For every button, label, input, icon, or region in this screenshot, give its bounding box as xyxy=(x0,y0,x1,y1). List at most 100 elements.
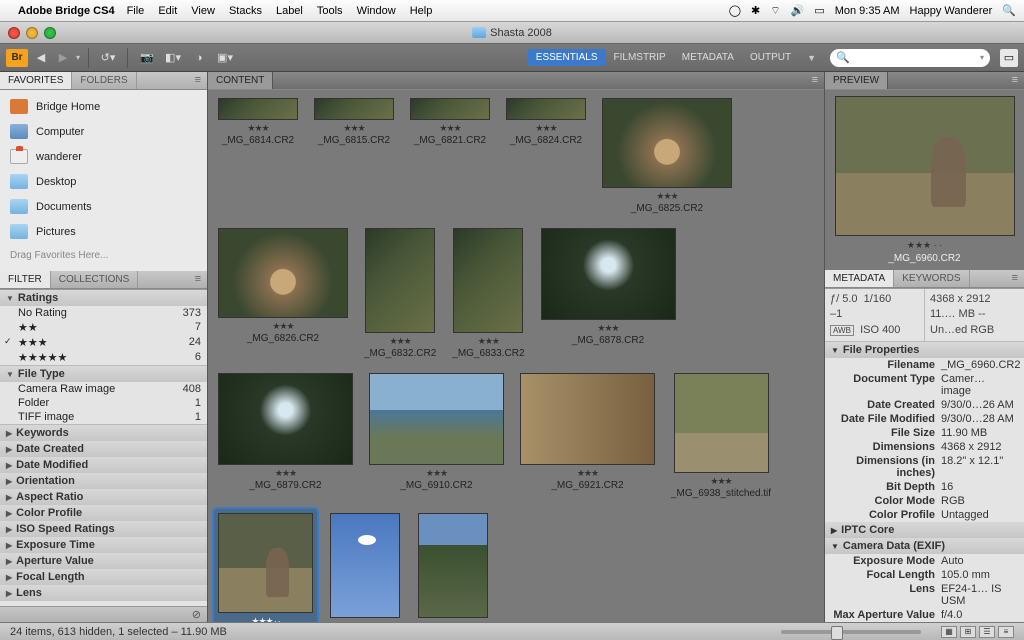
view-grid-button[interactable]: ⊞ xyxy=(960,626,976,638)
menu-edit[interactable]: Edit xyxy=(158,5,177,17)
tab-content[interactable]: CONTENT xyxy=(208,72,273,89)
filter-section-header[interactable]: ▶Color Profile xyxy=(0,505,207,521)
thumbnail[interactable]: ★★★_MG_6826.CR2 xyxy=(214,224,352,363)
filter-row[interactable]: Camera Raw image408 xyxy=(0,382,207,396)
filter-section-header[interactable]: ▶Keywords xyxy=(0,425,207,441)
content-grid[interactable]: ★★★_MG_6814.CR2★★★_MG_6815.CR2★★★_MG_682… xyxy=(208,90,824,622)
lock-thumb-grid-button[interactable]: ▦ xyxy=(941,626,957,638)
exif-header[interactable]: ▼Camera Data (EXIF) xyxy=(825,538,1024,554)
tab-keywords[interactable]: KEYWORDS xyxy=(894,270,969,287)
filter-row[interactable]: Folder1 xyxy=(0,396,207,410)
thumbnail[interactable]: ★★★_MG_6825.CR2 xyxy=(598,94,736,218)
tab-preview[interactable]: PREVIEW xyxy=(825,72,888,89)
thumbnail[interactable]: ★★★_MG_6815.CR2 xyxy=(310,94,398,218)
panel-menu-icon[interactable]: ≡ xyxy=(189,271,207,288)
thumbnail[interactable]: ★★★_MG_7075.CR2 xyxy=(325,509,405,622)
iptc-core-header[interactable]: ▶IPTC Core xyxy=(825,522,1024,538)
menu-label[interactable]: Label xyxy=(276,5,303,17)
workspace-essentials[interactable]: ESSENTIALS xyxy=(528,49,606,66)
thumbnail[interactable]: ★★★_MG_6878.CR2 xyxy=(537,224,680,363)
panel-menu-icon[interactable]: ≡ xyxy=(806,72,824,89)
tab-filter[interactable]: FILTER xyxy=(0,271,51,288)
close-button[interactable] xyxy=(8,27,20,39)
favorites-item[interactable]: wanderer xyxy=(0,144,207,169)
thumbnail[interactable]: ★★★_MG_6824.CR2 xyxy=(502,94,590,218)
filter-section-header[interactable]: ▶Aperture Value xyxy=(0,553,207,569)
thumbnail[interactable]: ★★★_MG_6832.CR2 xyxy=(360,224,440,363)
search-input[interactable] xyxy=(853,52,980,63)
compact-mode-button[interactable]: ▭ xyxy=(1000,49,1018,67)
get-photos-button[interactable]: 📷 xyxy=(136,49,158,67)
app-name[interactable]: Adobe Bridge CS4 xyxy=(18,5,115,17)
thumbnail[interactable]: ★★★ · ·_MG_6960.CR2 xyxy=(214,509,317,622)
filter-row[interactable]: ★★★★★6 xyxy=(0,350,207,365)
output-button[interactable]: ▣▾ xyxy=(214,49,236,67)
thumbnail[interactable]: ★★★_MG_6821.CR2 xyxy=(406,94,494,218)
clock[interactable]: Mon 9:35 AM xyxy=(835,5,900,17)
menu-window[interactable]: Window xyxy=(357,5,396,17)
thumbnail[interactable]: ★★★_MG_7076.CR2 xyxy=(413,509,493,622)
menu-view[interactable]: View xyxy=(191,5,215,17)
filter-row[interactable]: TIFF image1 xyxy=(0,410,207,424)
thumbnail[interactable]: ★★★_MG_6814.CR2 xyxy=(214,94,302,218)
tab-favorites[interactable]: FAVORITES xyxy=(0,72,72,89)
filter-row[interactable]: ★★7 xyxy=(0,320,207,335)
open-camera-raw-button[interactable]: ◑ xyxy=(188,49,210,67)
thumbnail-size-slider[interactable] xyxy=(781,630,921,634)
view-list-button[interactable]: ≡ xyxy=(998,626,1014,638)
filter-section-header[interactable]: ▶Focal Length xyxy=(0,569,207,585)
bluetooth-icon[interactable]: ✱ xyxy=(751,4,760,17)
battery-icon[interactable]: ▭ xyxy=(814,4,824,17)
volume-icon[interactable]: 🔊 xyxy=(791,4,805,17)
tab-metadata[interactable]: METADATA xyxy=(825,270,894,287)
nav-forward-button[interactable]: ▶ xyxy=(54,49,72,67)
menu-file[interactable]: File xyxy=(127,5,145,17)
panel-menu-icon[interactable]: ≡ xyxy=(1006,270,1024,287)
cancel-filter-icon[interactable]: ⊘ xyxy=(192,608,201,621)
reveal-recent-button[interactable]: ↺▾ xyxy=(97,49,119,67)
filter-filetype-header[interactable]: ▼File Type xyxy=(0,366,207,382)
refine-button[interactable]: ◧▾ xyxy=(162,49,184,67)
preview-image[interactable] xyxy=(835,96,1015,236)
wifi-icon[interactable]: ⌔ xyxy=(770,4,780,18)
panel-menu-icon[interactable]: ≡ xyxy=(1006,72,1024,89)
search-icon[interactable]: 🔍 xyxy=(1002,4,1016,17)
filter-row[interactable]: ★★★24 xyxy=(0,335,207,350)
favorites-item[interactable]: Desktop xyxy=(0,169,207,194)
nav-back-button[interactable]: ◀ xyxy=(32,49,50,67)
filter-section-header[interactable]: ▶Lens xyxy=(0,585,207,601)
filter-section-header[interactable]: ▶ISO Speed Ratings xyxy=(0,521,207,537)
thumbnail[interactable]: ★★★_MG_6879.CR2 xyxy=(214,369,357,503)
favorites-item[interactable]: Documents xyxy=(0,194,207,219)
panel-menu-icon[interactable]: ≡ xyxy=(189,72,207,89)
favorites-item[interactable]: Bridge Home xyxy=(0,94,207,119)
filter-section-header[interactable]: ▶Date Modified xyxy=(0,457,207,473)
menu-tools[interactable]: Tools xyxy=(317,5,343,17)
thumbnail[interactable]: ★★★_MG_6833.CR2 xyxy=(448,224,528,363)
thumbnail[interactable]: ★★★_MG_6921.CR2 xyxy=(516,369,659,503)
bridge-badge-icon[interactable]: Br xyxy=(6,49,28,67)
favorites-item[interactable]: Pictures xyxy=(0,219,207,244)
view-details-button[interactable]: ☰ xyxy=(979,626,995,638)
thumbnail[interactable]: ★★★_MG_6910.CR2 xyxy=(365,369,508,503)
filter-section-header[interactable]: ▶Date Created xyxy=(0,441,207,457)
favorites-item[interactable]: Computer xyxy=(0,119,207,144)
filter-section-header[interactable]: ▶Orientation xyxy=(0,473,207,489)
minimize-button[interactable] xyxy=(26,27,38,39)
filter-ratings-header[interactable]: ▼Ratings xyxy=(0,290,207,306)
tab-collections[interactable]: COLLECTIONS xyxy=(51,271,139,288)
zoom-button[interactable] xyxy=(44,27,56,39)
menu-help[interactable]: Help xyxy=(410,5,433,17)
thumbnail[interactable]: ★★★_MG_6938_stitched.tif xyxy=(667,369,775,503)
workspace-output[interactable]: OUTPUT xyxy=(742,49,799,66)
filter-row[interactable]: No Rating373 xyxy=(0,306,207,320)
filter-section-header[interactable]: ▶Aspect Ratio xyxy=(0,489,207,505)
menu-stacks[interactable]: Stacks xyxy=(229,5,262,17)
workspace-filmstrip[interactable]: FILMSTRIP xyxy=(606,49,674,66)
spotlight-icon[interactable]: ◯ xyxy=(729,4,741,17)
file-properties-header[interactable]: ▼File Properties xyxy=(825,342,1024,358)
workspace-metadata[interactable]: METADATA xyxy=(674,49,742,66)
search-field[interactable]: 🔍 ▾ xyxy=(830,49,990,67)
tab-folders[interactable]: FOLDERS xyxy=(72,72,136,89)
filter-section-header[interactable]: ▶Exposure Time xyxy=(0,537,207,553)
